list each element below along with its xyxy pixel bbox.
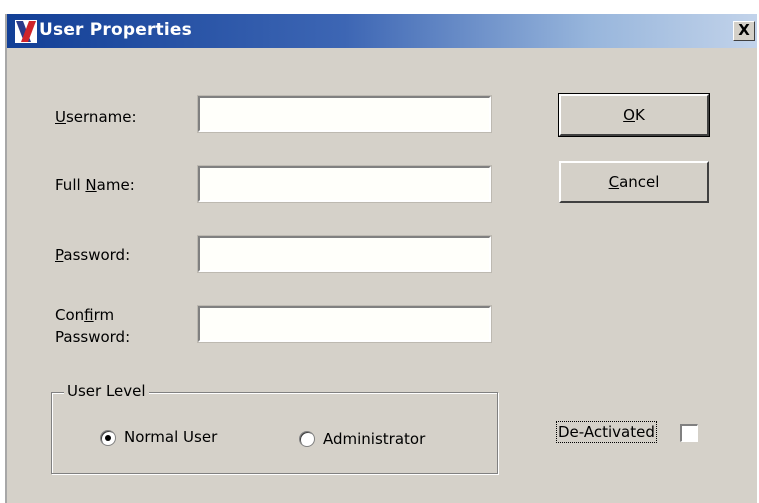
username-label: Username: bbox=[55, 108, 137, 126]
user-level-legend: User Level bbox=[64, 380, 149, 402]
password-input[interactable] bbox=[197, 235, 492, 273]
window-title: User Properties bbox=[39, 20, 192, 40]
normal-user-radio[interactable] bbox=[100, 430, 116, 446]
full-name-input[interactable] bbox=[197, 165, 492, 203]
full-name-label: Full Name: bbox=[55, 176, 135, 194]
ok-button[interactable]: OK bbox=[558, 93, 710, 137]
cancel-button[interactable]: Cancel bbox=[559, 161, 709, 203]
confirm-password-label: Confirm Password: bbox=[55, 306, 131, 346]
close-button[interactable]: X bbox=[733, 21, 755, 41]
deactivated-label[interactable]: De-Activated bbox=[556, 421, 657, 443]
administrator-label[interactable]: Administrator bbox=[323, 428, 425, 450]
administrator-radio[interactable] bbox=[299, 431, 315, 447]
app-x-icon bbox=[15, 20, 37, 43]
radio-selected-dot bbox=[105, 435, 111, 441]
user-properties-dialog: User Properties X Username: Full Name: P… bbox=[5, 14, 757, 503]
normal-user-label[interactable]: Normal User bbox=[124, 426, 217, 448]
title-bar[interactable]: User Properties X bbox=[7, 14, 757, 48]
close-icon: X bbox=[738, 21, 750, 39]
deactivated-checkbox[interactable] bbox=[680, 424, 698, 442]
user-level-group: User Level Normal User Administrator bbox=[51, 380, 498, 474]
username-input[interactable] bbox=[197, 95, 492, 133]
password-label: Password: bbox=[55, 246, 131, 264]
confirm-password-input[interactable] bbox=[197, 305, 492, 343]
